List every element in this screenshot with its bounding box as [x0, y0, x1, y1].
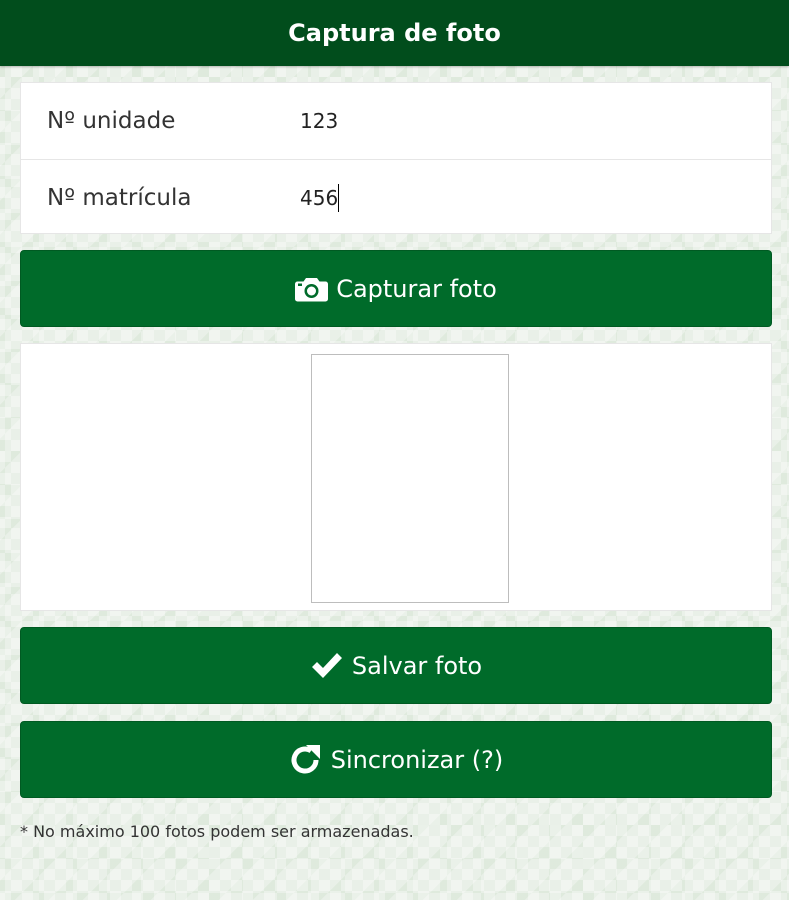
unit-label: Nº unidade: [47, 108, 176, 134]
sync-label: Sincronizar (?): [330, 745, 504, 774]
capture-photo-button[interactable]: Capturar foto: [20, 250, 772, 327]
storage-limit-note: * No máximo 100 fotos podem ser armazena…: [20, 822, 414, 841]
photo-preview-card: [20, 343, 772, 611]
refresh-icon: [289, 744, 323, 776]
unit-row: Nº unidade 123: [21, 83, 771, 159]
registration-field[interactable]: 456: [300, 183, 340, 212]
registration-row: Nº matrícula 456: [21, 159, 771, 235]
capture-photo-label: Capturar foto: [336, 274, 497, 303]
checkmark-icon: [310, 651, 344, 681]
page-title: Captura de foto: [288, 19, 501, 47]
app-header: Captura de foto: [0, 0, 789, 66]
unit-field[interactable]: 123: [300, 109, 338, 133]
registration-value: 456: [300, 185, 339, 210]
save-photo-button[interactable]: Salvar foto: [20, 627, 772, 704]
text-caret: [338, 183, 340, 212]
save-photo-label: Salvar foto: [351, 651, 483, 680]
registration-label: Nº matrícula: [47, 184, 192, 211]
unit-value: 123: [300, 109, 339, 133]
photo-preview-frame: [311, 354, 509, 603]
camera-icon: [295, 276, 329, 302]
form-card: Nº unidade 123 Nº matrícula 456: [20, 82, 772, 234]
sync-button[interactable]: Sincronizar (?): [20, 721, 772, 798]
